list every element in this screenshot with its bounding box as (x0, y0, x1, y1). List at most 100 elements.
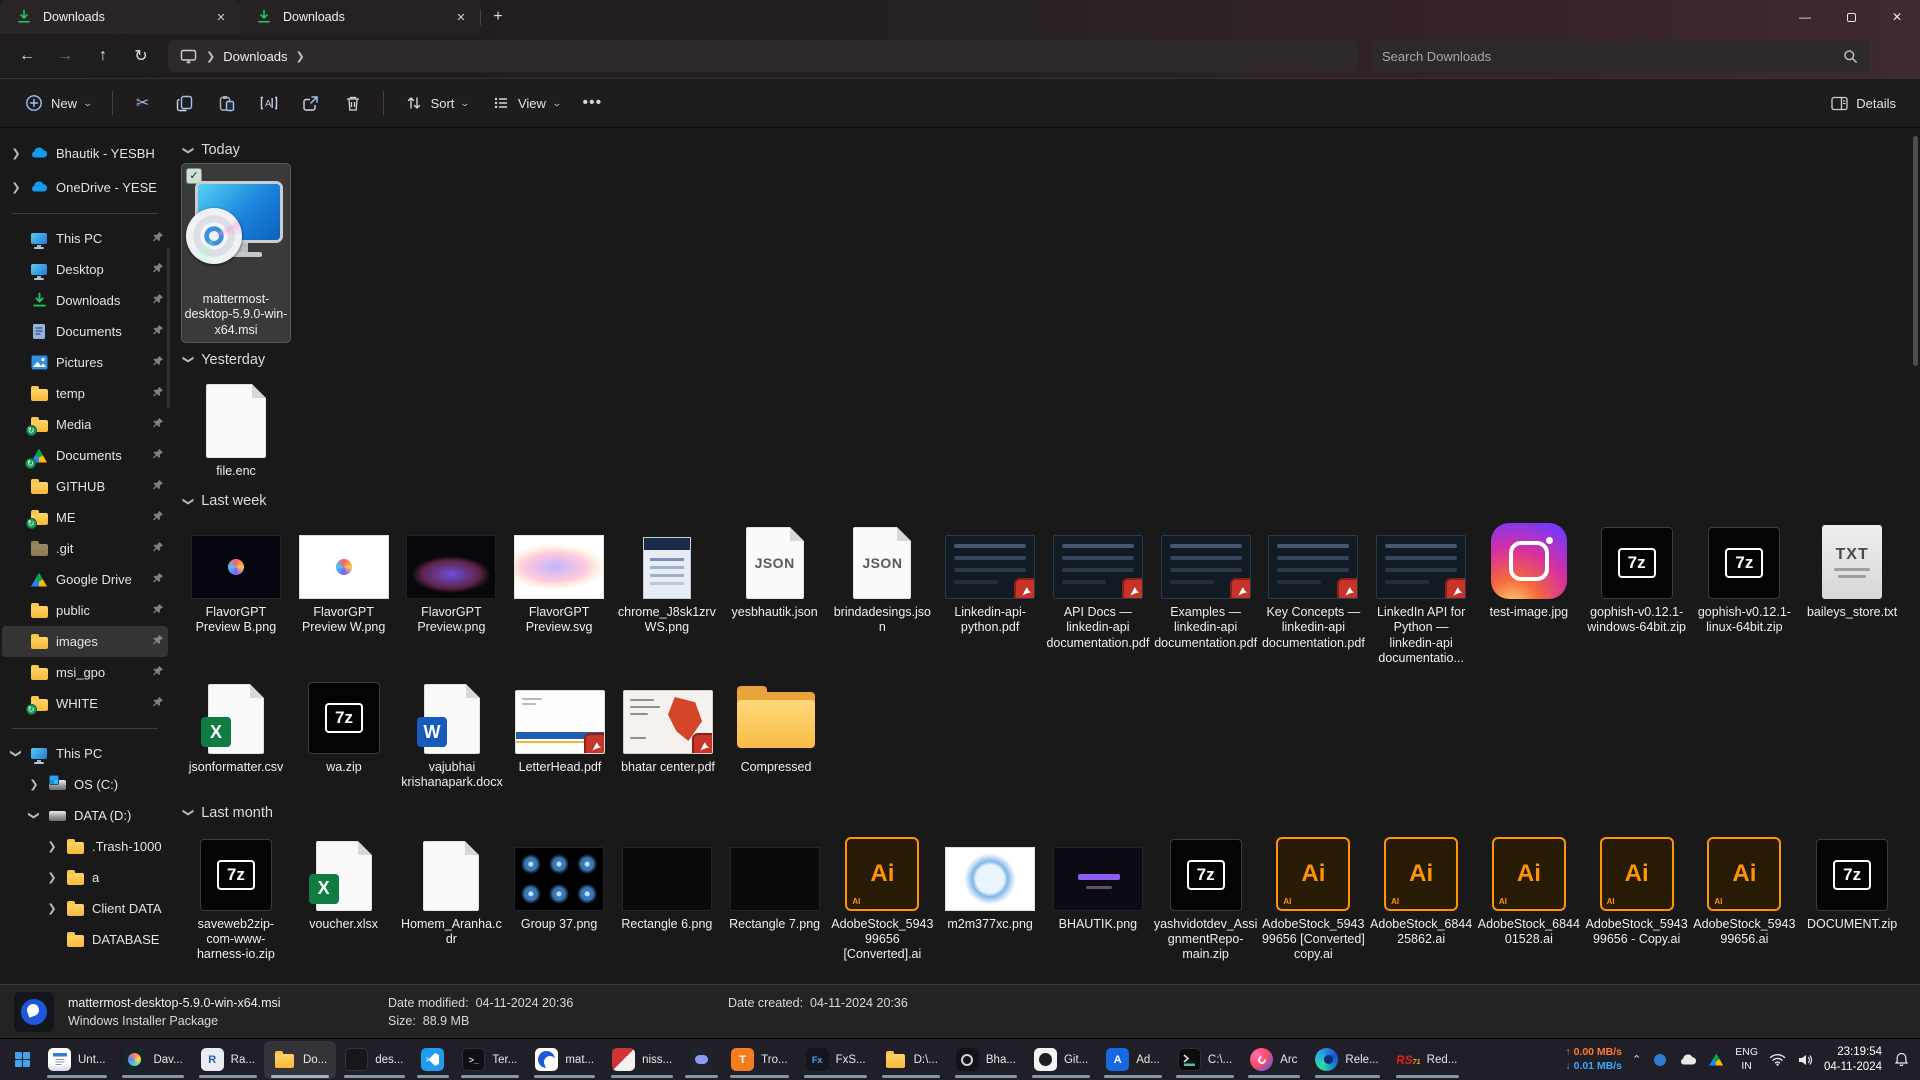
sidebar-item-documents[interactable]: ↻ Documents (2, 440, 168, 471)
cut-button[interactable]: ✂ (123, 85, 163, 121)
language-indicator[interactable]: ENGIN (1735, 1046, 1758, 1073)
taskbar-app-vscode[interactable] (412, 1041, 453, 1079)
file-tile[interactable]: LetterHead.pdf (506, 670, 614, 779)
sidebar-tree--trash-1000[interactable]: ❯.Trash-1000 (2, 831, 168, 862)
more-options-button[interactable]: ••• (572, 85, 612, 121)
chevron-down-icon[interactable]: ❯ (28, 810, 41, 822)
sidebar-tree-data-d-[interactable]: ❯DATA (D:) (2, 800, 168, 831)
sidebar-item-pictures[interactable]: Pictures (2, 347, 168, 378)
sidebar-item-msi-gpo[interactable]: msi_gpo (2, 657, 168, 688)
sidebar-item-temp[interactable]: temp (2, 378, 168, 409)
sidebar-item-downloads[interactable]: Downloads (2, 285, 168, 316)
file-tile[interactable]: FlavorGPT Preview.png (398, 515, 506, 640)
search-icon[interactable] (1840, 46, 1860, 66)
taskbar-app-bha-[interactable]: Bha... (947, 1041, 1025, 1079)
tab-close-icon[interactable]: ✕ (212, 8, 230, 26)
file-tile[interactable]: AiAI AdobeStock_594399656.ai (1691, 827, 1799, 952)
file-tile[interactable]: JSON yesbhautik.json (721, 515, 829, 624)
file-tile[interactable]: Key Concepts — linkedin-api documentatio… (1260, 515, 1368, 655)
group-header[interactable]: ❯Today (184, 142, 1906, 158)
sidebar-item-google-drive[interactable]: Google Drive (2, 564, 168, 595)
selection-checkbox[interactable]: ✓ (186, 168, 202, 184)
file-tile[interactable]: Rectangle 7.png (721, 827, 829, 936)
taskbar-app-niss-[interactable]: niss... (603, 1041, 681, 1079)
view-button[interactable]: View ⌄ (481, 85, 571, 121)
sidebar-item-this-pc[interactable]: This PC (2, 223, 168, 254)
refresh-button[interactable]: ↻ (124, 39, 158, 73)
search-input[interactable]: Search Downloads (1372, 40, 1870, 72)
file-tile[interactable]: API Docs — linkedin-api documentation.pd… (1044, 515, 1152, 655)
chevron-right-icon[interactable]: ❯ (10, 147, 22, 160)
taskbar-app-dav-[interactable]: Dav... (114, 1041, 191, 1079)
sidebar-item-desktop[interactable]: Desktop (2, 254, 168, 285)
bluetooth-tray-icon[interactable] (1651, 1051, 1669, 1069)
file-tile[interactable]: Linkedin-api-python.pdf (936, 515, 1044, 640)
file-tile[interactable]: bhatar center.pdf (614, 670, 722, 779)
scrollbar-thumb[interactable] (1913, 136, 1918, 366)
tray-expand-chevron[interactable]: ⌃ (1632, 1053, 1641, 1066)
taskbar-app-tro-[interactable]: TTro... (722, 1041, 796, 1079)
tab-close-icon[interactable]: ✕ (452, 8, 470, 26)
group-header[interactable]: ❯Last week (184, 493, 1906, 509)
file-tile[interactable]: BHAUTIK.png (1044, 827, 1152, 936)
file-tile[interactable]: FlavorGPT Preview.svg (505, 515, 613, 640)
file-tile[interactable]: W vajubhai krishanapark.docx (398, 670, 506, 795)
file-tile[interactable]: 7z wa.zip (290, 670, 398, 779)
copy-button[interactable] (165, 85, 205, 121)
wifi-icon[interactable] (1768, 1051, 1786, 1069)
taskbar-app-discord[interactable] (681, 1041, 722, 1079)
chevron-right-icon[interactable]: ❯ (10, 181, 22, 194)
file-tile[interactable]: AiAI AdobeStock_684401528.ai (1475, 827, 1583, 952)
close-button[interactable]: ✕ (1874, 0, 1920, 34)
taskbar-app-arc[interactable]: Arc (1241, 1041, 1306, 1079)
address-bar[interactable]: ❯ Downloads ❯ (168, 40, 1358, 72)
chevron-right-icon[interactable]: ❯ (296, 50, 305, 63)
breadcrumb[interactable]: Downloads (223, 49, 287, 64)
taskbar-app-unt-[interactable]: Unt... (39, 1041, 114, 1079)
file-tile[interactable]: m2m377xc.png (936, 827, 1044, 936)
sidebar-item-documents[interactable]: Documents (2, 316, 168, 347)
taskbar-app-c-[interactable]: C:\... (1169, 1041, 1241, 1079)
chevron-right-icon[interactable]: ❯ (46, 902, 58, 915)
sidebar-item-images[interactable]: images (2, 626, 168, 657)
taskbar-app-ad-[interactable]: AAd... (1097, 1041, 1169, 1079)
sidebar-item-white[interactable]: ↻ WHITE (2, 688, 168, 719)
taskbar-app-mat-[interactable]: mat... (526, 1041, 603, 1079)
file-tile[interactable]: AiAI AdobeStock_684425862.ai (1367, 827, 1475, 952)
file-tile[interactable]: AiAI AdobeStock_594399656 [Converted].ai (829, 827, 937, 967)
taskbar-clock[interactable]: 23:19:5404-11-2024 (1824, 1045, 1882, 1075)
sidebar-item-onedrive-1[interactable]: ❯ OneDrive - YESE (2, 170, 168, 204)
back-button[interactable]: ← (10, 39, 44, 73)
delete-button[interactable] (333, 85, 373, 121)
file-tile[interactable]: X voucher.xlsx (290, 827, 398, 936)
up-button[interactable]: ↑ (86, 39, 120, 73)
sidebar-tree-os-c-[interactable]: ❯OS (C:) (2, 769, 168, 800)
sidebar-tree-this-pc[interactable]: ❯This PC (2, 738, 168, 769)
file-tile[interactable]: Homem_Aranha.cdr (398, 827, 506, 952)
file-tile[interactable]: Compressed (722, 670, 830, 779)
chevron-right-icon[interactable]: ❯ (46, 871, 58, 884)
onedrive-tray-icon[interactable] (1679, 1051, 1697, 1069)
file-tile[interactable]: AiAI AdobeStock_594399656 [Converted] co… (1260, 827, 1368, 967)
chevron-down-icon[interactable]: ❯ (10, 748, 23, 760)
taskbar-app-red-[interactable]: RS71Red... (1388, 1041, 1467, 1079)
taskbar-app-ter-[interactable]: >_Ter... (453, 1041, 526, 1079)
taskbar-app-des-[interactable]: des... (336, 1041, 412, 1079)
new-tab-button[interactable]: + (481, 0, 515, 34)
file-tile[interactable]: 7z gophish-v0.12.1-windows-64bit.zip (1583, 515, 1691, 640)
taskbar-app-rele-[interactable]: Rele... (1306, 1041, 1387, 1079)
file-tile[interactable]: Examples — linkedin-api documentation.pd… (1152, 515, 1260, 655)
google-drive-tray-icon[interactable] (1707, 1051, 1725, 1069)
notification-bell-icon[interactable] (1892, 1051, 1910, 1069)
paste-button[interactable] (207, 85, 247, 121)
chevron-right-icon[interactable]: ❯ (28, 778, 40, 791)
file-tile[interactable]: FlavorGPT Preview B.png (182, 515, 290, 640)
sidebar-item-public[interactable]: public (2, 595, 168, 626)
taskbar-app-d-[interactable]: D:\... (875, 1041, 947, 1079)
file-tile[interactable]: AiAI AdobeStock_594399656 - Copy.ai (1583, 827, 1691, 952)
file-tile[interactable]: 7z saveweb2zip-com-www-harness-io.zip (182, 827, 290, 967)
file-tile[interactable]: TXT baileys_store.txt (1798, 515, 1906, 624)
file-tile[interactable]: JSON brindadesings.json (829, 515, 937, 640)
file-tile[interactable]: FlavorGPT Preview W.png (290, 515, 398, 640)
taskbar-app-ra-[interactable]: RRa... (192, 1041, 264, 1079)
